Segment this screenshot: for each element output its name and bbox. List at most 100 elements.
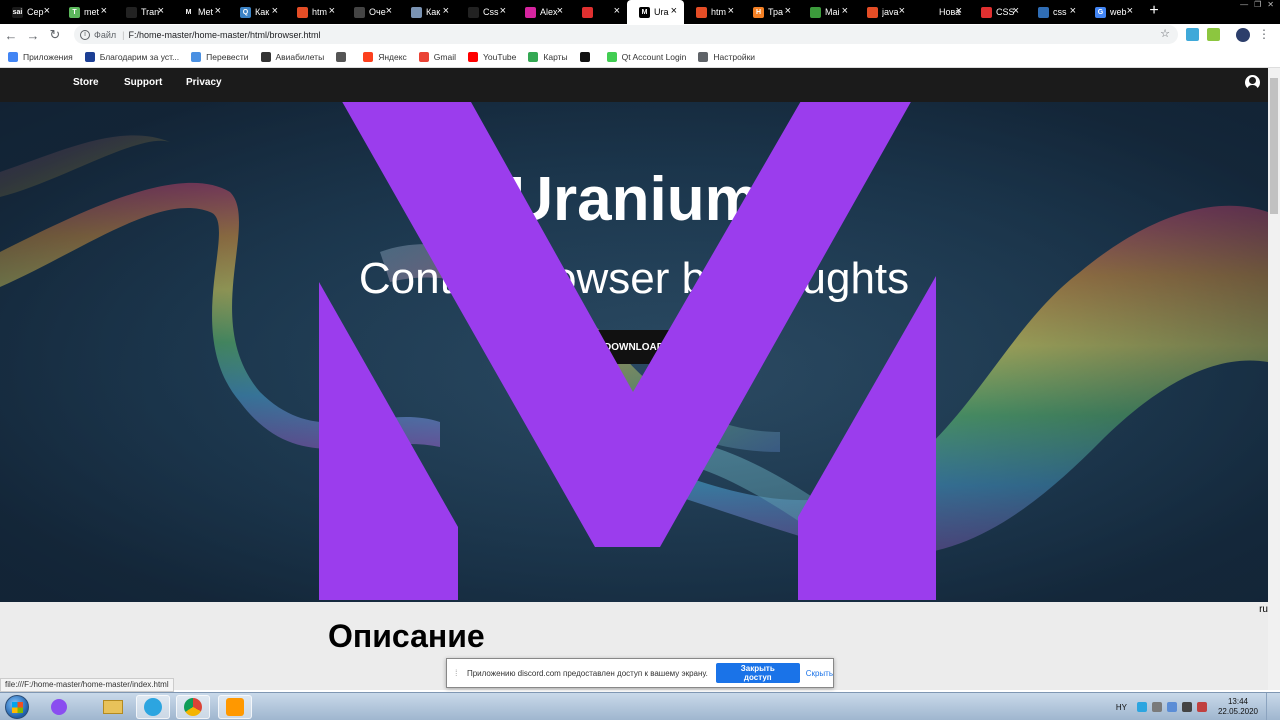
minimize-icon[interactable]: —: [1240, 0, 1248, 12]
tray-flag-icon[interactable]: [1166, 702, 1177, 712]
taskbar-explorer-app[interactable]: [96, 695, 130, 719]
browser-tab[interactable]: Css ×: [456, 0, 513, 24]
show-desktop-button[interactable]: [1266, 693, 1274, 720]
user-account-icon[interactable]: [1245, 75, 1260, 90]
browser-tab[interactable]: Новая×: [912, 0, 969, 24]
taskbar-telegram-app[interactable]: [136, 695, 170, 719]
tab-close-icon[interactable]: ×: [1013, 5, 1019, 17]
tray-network-icon[interactable]: [1151, 702, 1162, 712]
tab-close-icon[interactable]: ×: [215, 5, 221, 17]
tab-close-icon[interactable]: ×: [899, 5, 905, 17]
hide-notice-button[interactable]: Скрыть: [806, 669, 833, 678]
language-label[interactable]: ru: [1259, 604, 1268, 615]
bookmark-icon: [418, 51, 429, 62]
browser-tab[interactable]: Gweb ×: [1083, 0, 1140, 24]
bookmark-item[interactable]: Приложения: [8, 51, 73, 62]
tab-favicon-icon: sai: [12, 6, 23, 18]
bookmark-item[interactable]: Qt Account Login: [606, 51, 686, 62]
tray-antivirus-icon[interactable]: [1196, 702, 1207, 712]
page-scrollbar[interactable]: [1268, 68, 1280, 690]
nav-privacy-link[interactable]: Privacy: [186, 77, 222, 88]
tab-favicon-icon: [411, 6, 422, 18]
clock-time: 13:44: [1227, 697, 1248, 706]
scrollbar-thumb[interactable]: [1270, 78, 1278, 214]
tab-favicon-icon: [297, 6, 308, 18]
tab-close-icon[interactable]: ×: [842, 5, 848, 17]
start-button[interactable]: [5, 695, 29, 719]
tab-close-icon[interactable]: ×: [44, 5, 50, 17]
bookmark-star-icon[interactable]: ☆: [1160, 27, 1170, 40]
tab-close-icon[interactable]: ×: [728, 5, 734, 17]
bookmark-item[interactable]: Карты: [528, 51, 568, 62]
extension-translate-icon[interactable]: [1186, 28, 1199, 41]
tab-close-icon[interactable]: ×: [785, 5, 791, 17]
tray-volume-icon[interactable]: [1181, 702, 1192, 712]
telegram-icon: [144, 698, 162, 716]
browser-tab[interactable]: Как ×: [399, 0, 456, 24]
tab-close-icon[interactable]: ×: [500, 5, 506, 17]
tab-close-icon[interactable]: ×: [443, 5, 449, 17]
close-icon[interactable]: ✕: [1267, 0, 1274, 12]
taskbar-sublime-app[interactable]: [218, 695, 252, 719]
browser-tab[interactable]: java ×: [855, 0, 912, 24]
bookmark-item[interactable]: Перевести: [191, 51, 249, 62]
extension-download-icon[interactable]: [1207, 28, 1220, 41]
drag-handle-icon[interactable]: ⁞: [455, 668, 461, 678]
keyboard-language[interactable]: HY: [1116, 703, 1127, 712]
taskbar-alice-app[interactable]: [42, 695, 76, 719]
back-button[interactable]: ←: [0, 24, 22, 46]
address-url[interactable]: F:/home-master/home-master/html/browser.…: [128, 30, 320, 40]
browser-tab[interactable]: CSS ×: [969, 0, 1026, 24]
window-controls[interactable]: — ❐ ✕: [1240, 0, 1280, 12]
tab-close-icon[interactable]: ×: [1070, 5, 1076, 17]
tab-close-icon[interactable]: ×: [557, 5, 563, 17]
tab-favicon-icon: G: [1095, 6, 1106, 18]
info-icon[interactable]: i: [80, 29, 90, 40]
nav-store-link[interactable]: Store: [73, 77, 99, 88]
tab-close-icon[interactable]: ×: [1127, 5, 1133, 17]
browser-tab[interactable]: M Ura ×: [627, 0, 684, 24]
browser-tab[interactable]: Mai ×: [798, 0, 855, 24]
browser-tab[interactable]: M Met ×: [171, 0, 228, 24]
browser-tab[interactable]: Tmet ×: [57, 0, 114, 24]
bookmark-item[interactable]: [579, 51, 595, 62]
reload-button[interactable]: ↻: [44, 24, 66, 46]
tab-close-icon[interactable]: ×: [158, 5, 164, 17]
browser-tab[interactable]: Оче ×: [342, 0, 399, 24]
nav-support-link[interactable]: Support: [124, 77, 162, 88]
stop-sharing-button[interactable]: Закрыть доступ: [715, 663, 800, 683]
address-bar[interactable]: i Файл | F:/home-master/home-master/html…: [74, 25, 1178, 44]
taskbar-chrome-app[interactable]: [176, 695, 210, 719]
tab-close-icon[interactable]: ×: [329, 5, 335, 17]
forward-button[interactable]: →: [22, 24, 44, 46]
menu-kebab-icon[interactable]: ⋮: [1258, 28, 1271, 41]
bookmark-item[interactable]: Настройки: [698, 51, 755, 62]
tab-close-icon[interactable]: ×: [101, 5, 107, 17]
tab-close-icon[interactable]: ×: [614, 5, 620, 17]
bookmark-item[interactable]: Благодарим за уст...: [84, 51, 179, 62]
bookmark-item[interactable]: Яндекс: [363, 51, 407, 62]
bookmark-item[interactable]: Авиабилеты: [260, 51, 324, 62]
browser-tab[interactable]: H Тра ×: [741, 0, 798, 24]
browser-tab[interactable]: htm ×: [285, 0, 342, 24]
browser-tab[interactable]: Q Как ×: [228, 0, 285, 24]
tab-favicon-icon: M: [183, 6, 194, 18]
bookmark-item[interactable]: [336, 51, 351, 62]
tab-close-icon[interactable]: ×: [386, 5, 392, 17]
bookmark-item[interactable]: YouTube: [467, 51, 516, 62]
new-tab-button[interactable]: +: [1140, 0, 1168, 24]
taskbar-clock[interactable]: 13:44 22.05.2020: [1218, 697, 1258, 717]
browser-tab[interactable]: Alex ×: [513, 0, 570, 24]
browser-tab[interactable]: css ×: [1026, 0, 1083, 24]
tray-telegram-icon[interactable]: [1136, 702, 1147, 712]
bookmark-item[interactable]: Gmail: [418, 51, 456, 62]
browser-tab[interactable]: Tran ×: [114, 0, 171, 24]
tab-close-icon[interactable]: ×: [956, 5, 962, 17]
browser-tab[interactable]: sai Сер ×: [0, 0, 57, 24]
browser-tab[interactable]: ×: [570, 0, 627, 24]
restore-icon[interactable]: ❐: [1254, 0, 1261, 12]
tab-close-icon[interactable]: ×: [671, 5, 677, 17]
profile-avatar[interactable]: [1236, 28, 1250, 42]
browser-tab[interactable]: htm ×: [684, 0, 741, 24]
tab-close-icon[interactable]: ×: [272, 5, 278, 17]
